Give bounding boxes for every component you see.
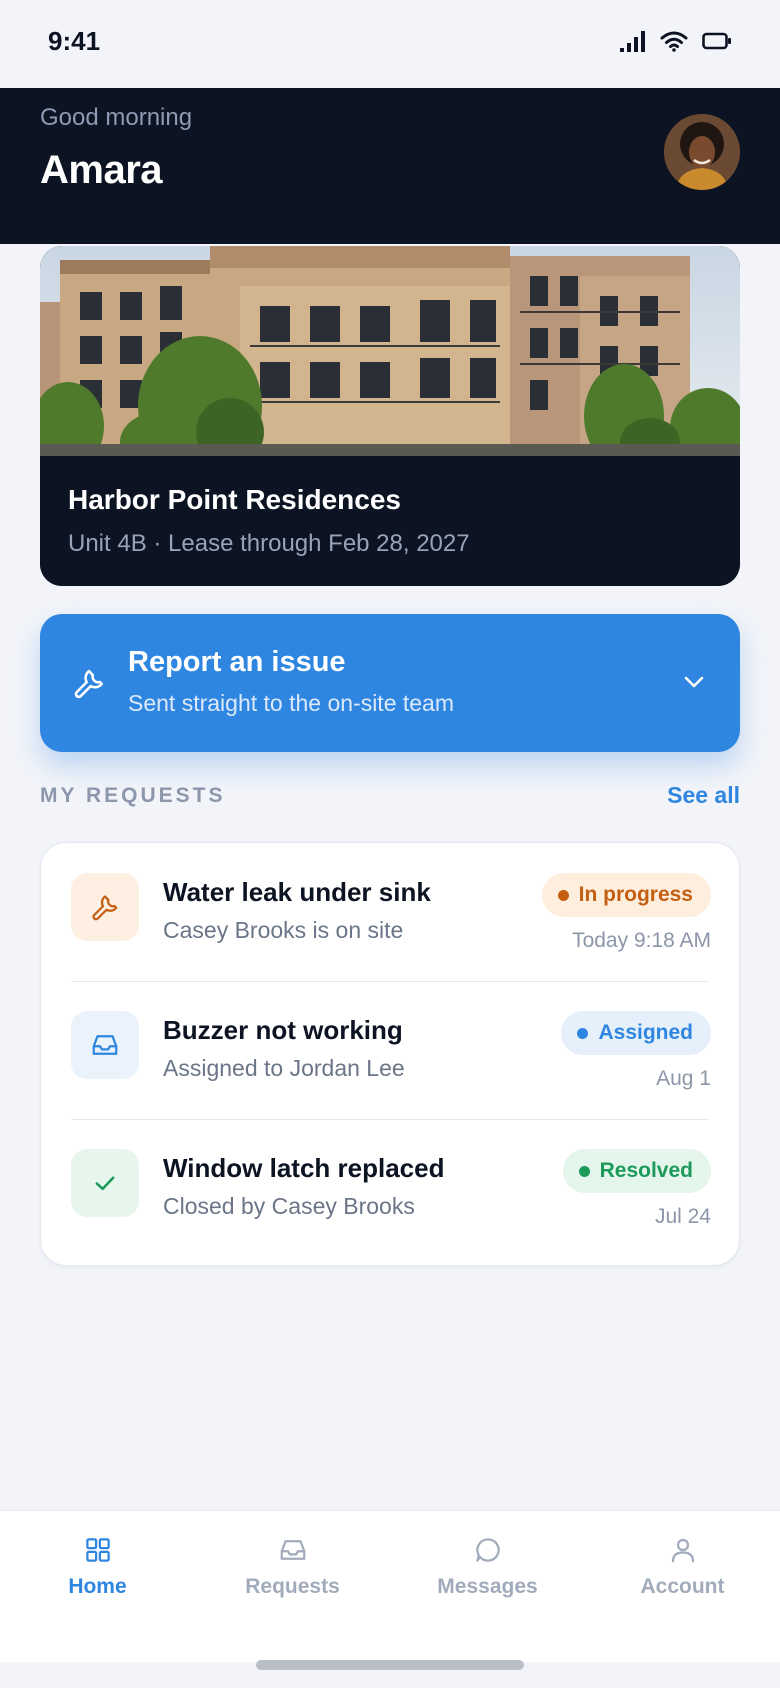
request-time: Aug 1 bbox=[656, 1067, 711, 1090]
property-name: Harbor Point Residences bbox=[68, 484, 401, 515]
requests-card: Water leak under sink Casey Brooks is on… bbox=[40, 842, 740, 1266]
greeting: Good morning bbox=[40, 104, 193, 131]
header: Good morning Amara bbox=[0, 88, 780, 244]
building-photo bbox=[40, 246, 740, 456]
inbox-icon bbox=[92, 1035, 118, 1055]
battery-icon bbox=[702, 32, 731, 50]
status-badge: Assigned bbox=[561, 1011, 711, 1055]
person-icon bbox=[671, 1538, 694, 1563]
nav-label: Requests bbox=[245, 1575, 340, 1598]
avatar[interactable] bbox=[664, 114, 740, 190]
report-issue-button[interactable]: Report an issue Sent straight to the on-… bbox=[40, 614, 740, 752]
request-time: Jul 24 bbox=[654, 1205, 711, 1228]
status-dot bbox=[557, 889, 569, 901]
status-dot bbox=[578, 1165, 590, 1177]
grid-icon bbox=[85, 1538, 110, 1562]
report-issue-title: Report an issue bbox=[128, 646, 346, 678]
request-title: Window latch replaced bbox=[163, 1153, 445, 1183]
status-label: In progress bbox=[578, 883, 693, 906]
request-icon-box bbox=[71, 873, 139, 941]
request-icon-box bbox=[71, 1149, 139, 1217]
nav-item-messages[interactable]: Messages bbox=[390, 1535, 585, 1599]
request-subtitle: Assigned to Jordan Lee bbox=[163, 1055, 405, 1081]
status-badge: In progress bbox=[541, 873, 711, 917]
request-row[interactable]: Buzzer not working Assigned to Jordan Le… bbox=[41, 981, 741, 1119]
request-row[interactable]: Window latch replaced Closed by Casey Br… bbox=[41, 1119, 741, 1257]
nav-item-account[interactable]: Account bbox=[585, 1535, 780, 1599]
status-label: Resolved bbox=[599, 1159, 693, 1182]
chevron-down-icon[interactable] bbox=[682, 672, 706, 692]
check-icon bbox=[95, 1176, 115, 1191]
my-requests-heading: MY REQUESTS bbox=[40, 784, 226, 807]
wifi-icon bbox=[660, 31, 688, 52]
status-label: Assigned bbox=[598, 1021, 693, 1044]
request-time: Today 9:18 AM bbox=[572, 929, 711, 952]
home-indicator[interactable] bbox=[256, 1660, 524, 1670]
nav-item-requests[interactable]: Requests bbox=[195, 1535, 390, 1599]
property-info bbox=[40, 456, 740, 586]
request-title: Buzzer not working bbox=[163, 1015, 403, 1045]
property-details: Unit 4B · Lease through Feb 28, 2027 bbox=[68, 530, 470, 557]
see-all-link[interactable]: See all bbox=[667, 782, 740, 809]
inbox-icon bbox=[280, 1540, 305, 1560]
request-title: Water leak under sink bbox=[163, 877, 431, 907]
signal-icon bbox=[620, 31, 645, 52]
chat-icon bbox=[475, 1538, 500, 1562]
user-name: Amara bbox=[40, 148, 163, 192]
status-time: 9:41 bbox=[48, 26, 101, 56]
status-bar: 9:41 bbox=[0, 0, 780, 88]
status-badge: Resolved bbox=[562, 1149, 711, 1193]
wrench-icon bbox=[74, 669, 104, 699]
nav-label: Messages bbox=[437, 1575, 538, 1598]
wrench-icon bbox=[92, 895, 118, 921]
status-dot bbox=[577, 1027, 589, 1039]
nav-item-home[interactable]: Home bbox=[0, 1535, 195, 1599]
request-subtitle: Closed by Casey Brooks bbox=[163, 1193, 415, 1219]
request-subtitle: Casey Brooks is on site bbox=[163, 917, 404, 943]
status-icons bbox=[620, 30, 732, 52]
report-issue-subtitle: Sent straight to the on-site team bbox=[128, 690, 455, 716]
nav-label: Home bbox=[68, 1575, 127, 1598]
request-row[interactable]: Water leak under sink Casey Brooks is on… bbox=[41, 843, 741, 981]
request-icon-box bbox=[71, 1011, 139, 1079]
nav-label: Account bbox=[640, 1575, 725, 1598]
bottom-nav: Home Requests Messages Account bbox=[0, 1510, 780, 1662]
